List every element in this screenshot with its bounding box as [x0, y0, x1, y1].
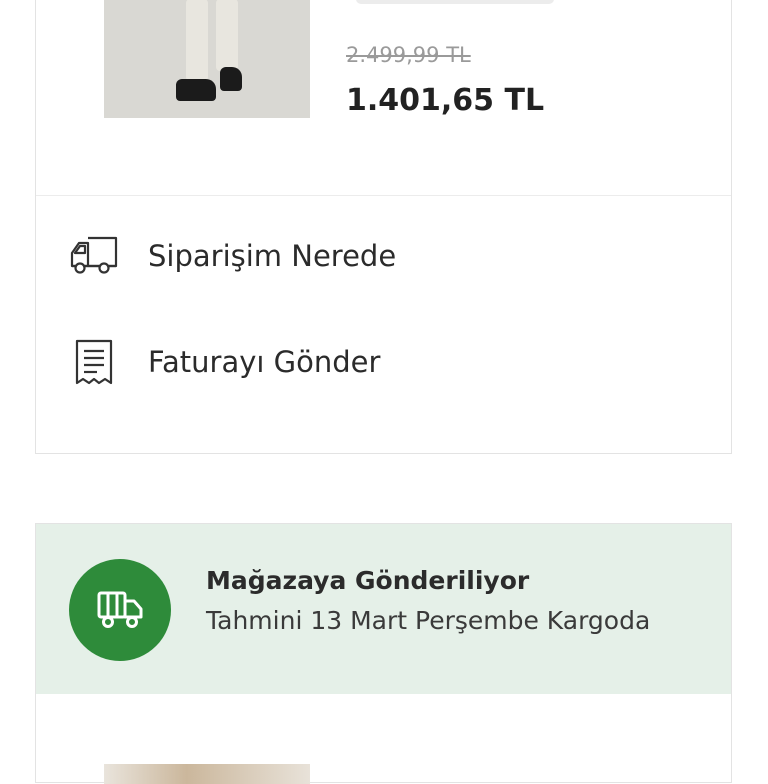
receipt-icon: [69, 339, 119, 385]
shipment-status-estimate: Tahmini 13 Mart Perşembe Kargoda: [206, 606, 651, 635]
send-invoice-button[interactable]: Faturayı Gönder: [36, 327, 731, 397]
send-invoice-label: Faturayı Gönder: [148, 345, 381, 379]
shipment-status-banner: Mağazaya Gönderiliyor Tahmini 13 Mart Pe…: [36, 524, 731, 694]
truck-icon: [97, 591, 143, 628]
truck-icon: [69, 233, 119, 279]
divider: [36, 195, 731, 196]
where-is-my-order-label: Siparişim Nerede: [148, 239, 397, 273]
current-price: 1.401,65 TL: [346, 83, 545, 118]
old-price: 2.499,99 TL: [346, 43, 471, 67]
product-image[interactable]: [104, 764, 310, 784]
where-is-my-order-button[interactable]: Siparişim Nerede: [36, 221, 731, 291]
badge-pill: [356, 0, 554, 4]
shipment-status-title: Mağazaya Gönderiliyor: [206, 566, 530, 595]
order-item-card: 2.499,99 TL 1.401,65 TL Siparişim Nerede: [35, 0, 732, 454]
shipment-card: Mağazaya Gönderiliyor Tahmini 13 Mart Pe…: [35, 523, 732, 784]
product-image[interactable]: [104, 0, 310, 118]
status-icon-circle: [69, 559, 171, 661]
